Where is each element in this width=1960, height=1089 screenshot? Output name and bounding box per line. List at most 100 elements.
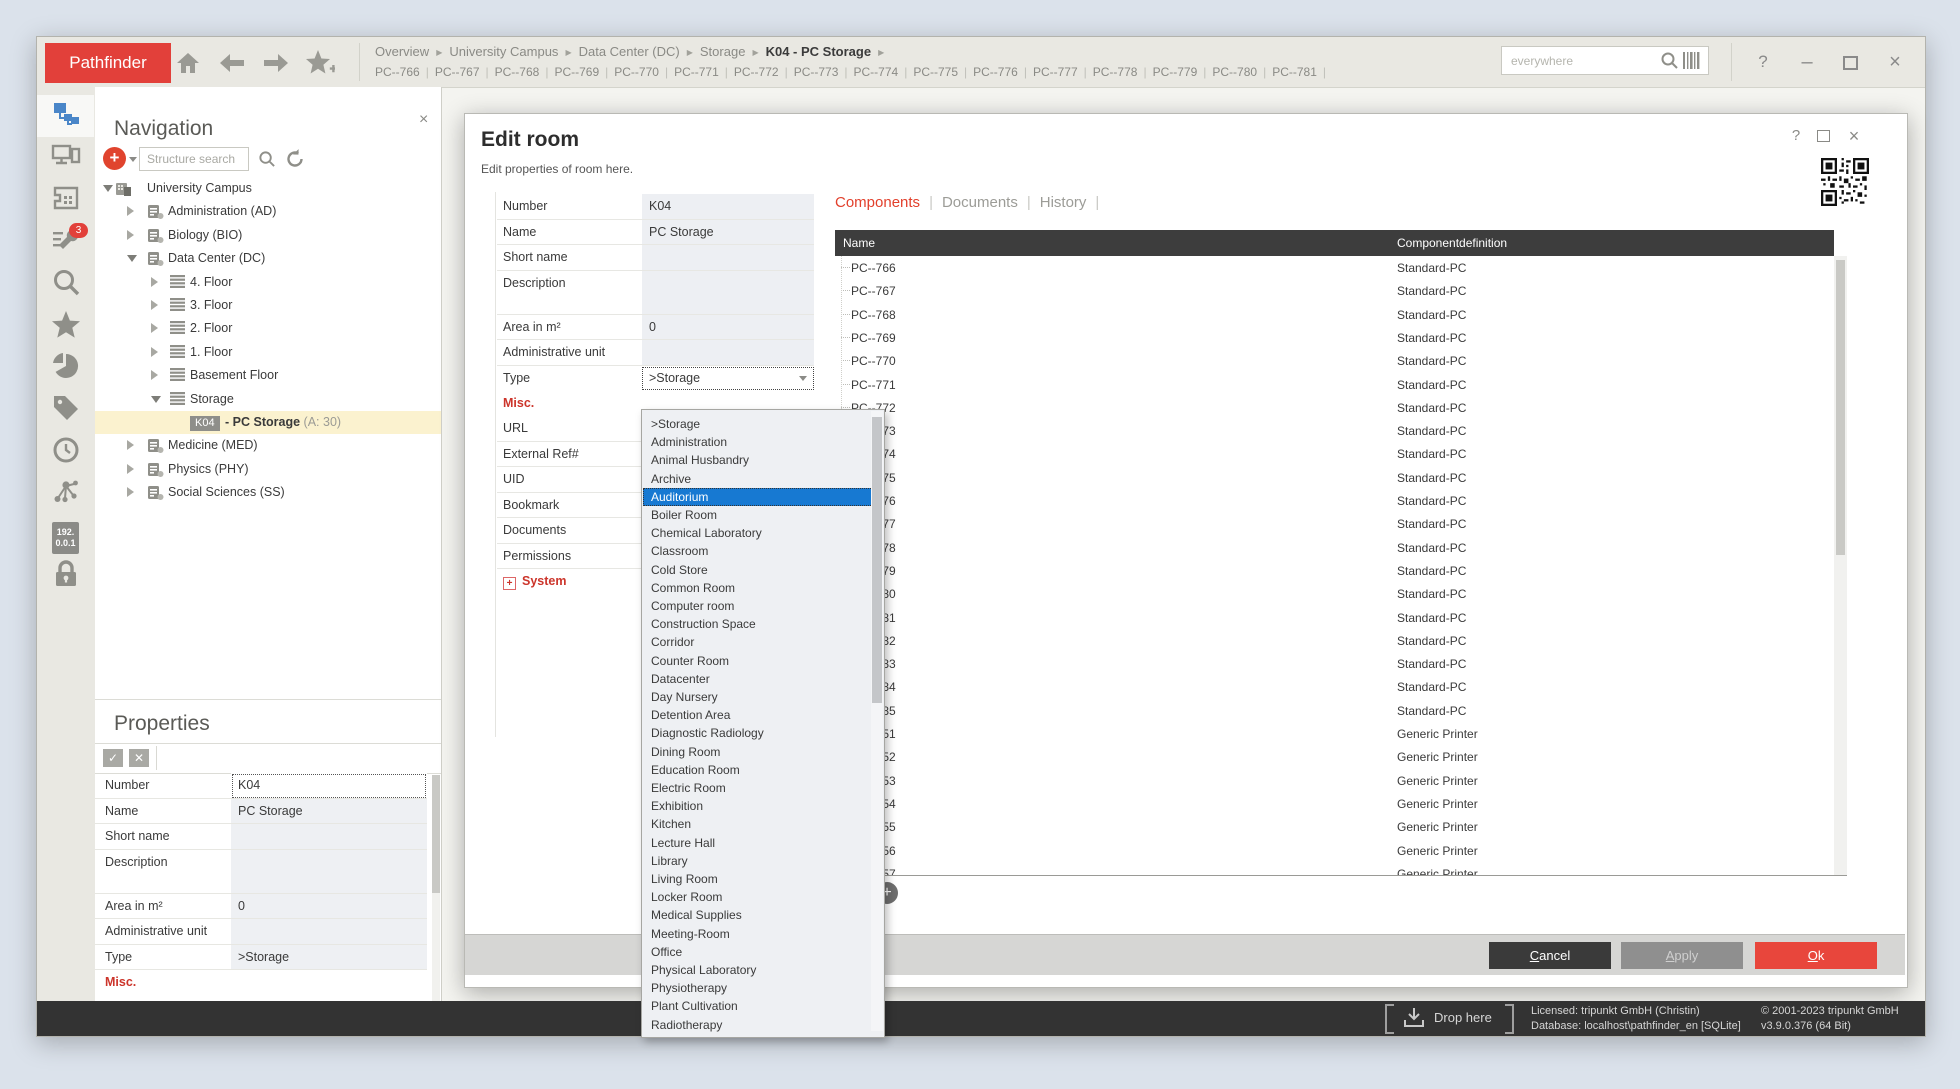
dropdown-option[interactable]: Office [643, 943, 877, 961]
field-value[interactable]: >Storage [231, 945, 427, 971]
home-button[interactable] [173, 48, 203, 78]
dialog-help-button[interactable]: ? [1783, 125, 1809, 147]
sidebar-item-pie-chart[interactable] [37, 347, 94, 389]
collapsed-arrow-icon[interactable] [127, 487, 134, 497]
tab-documents[interactable]: Documents [942, 194, 1018, 211]
field-value[interactable] [231, 850, 427, 894]
dropdown-option[interactable]: Chemical Laboratory [643, 524, 877, 542]
combobox-caret-icon[interactable] [799, 376, 807, 381]
table-row[interactable]: PC--777Standard-PC [835, 512, 1834, 535]
dropdown-option[interactable]: Medical Supplies [643, 906, 877, 924]
expanded-arrow-icon[interactable] [103, 185, 113, 192]
sidebar-item-floorplan[interactable] [37, 179, 94, 221]
search-icon[interactable] [1660, 51, 1679, 70]
table-row[interactable]: PC--767Standard-PC [835, 279, 1834, 302]
tree-item[interactable]: Data Center (DC) [95, 247, 441, 270]
collapsed-arrow-icon[interactable] [127, 464, 134, 474]
table-row[interactable]: PC--780Standard-PC [835, 582, 1834, 605]
dropdown-scrollbar[interactable] [871, 411, 883, 1031]
dropdown-option[interactable]: Lecture Hall [643, 834, 877, 852]
pc-link[interactable]: PC--779 [1153, 65, 1198, 79]
tree-item[interactable]: 1. Floor [95, 341, 441, 364]
tree-item[interactable]: 2. Floor [95, 317, 441, 340]
field-value[interactable] [642, 271, 814, 315]
table-row[interactable]: PC--776Standard-PC [835, 489, 1834, 512]
dropdown-option[interactable]: Electric Room [643, 779, 877, 797]
sidebar-item-search[interactable] [37, 263, 94, 305]
tree-item[interactable]: University Campus [95, 177, 441, 200]
pc-link[interactable]: PC--774 [854, 65, 899, 79]
table-row[interactable]: PR--754Generic Printer [835, 792, 1834, 815]
breadcrumb-item[interactable]: Overview [375, 44, 429, 59]
dropdown-option[interactable]: Library [643, 852, 877, 870]
ok-button[interactable]: Ok [1755, 942, 1877, 969]
add-node-caret-icon[interactable] [129, 157, 137, 162]
tree-item[interactable]: Social Sciences (SS) [95, 481, 441, 504]
dropdown-option[interactable]: Counter Room [643, 652, 877, 670]
dropdown-option[interactable]: Common Room [643, 579, 877, 597]
back-button[interactable] [217, 48, 247, 78]
maximize-button[interactable] [1843, 56, 1858, 70]
dropdown-option[interactable]: Physiotherapy [643, 979, 877, 997]
dropdown-option[interactable]: Day Nursery [643, 688, 877, 706]
barcode-icon[interactable] [1683, 52, 1701, 69]
table-row[interactable]: PC--781Standard-PC [835, 606, 1834, 629]
pc-link[interactable]: PC--769 [554, 65, 599, 79]
cancel-button[interactable]: Cancel [1489, 942, 1611, 969]
breadcrumb-item[interactable]: University Campus [449, 44, 558, 59]
dropdown-option[interactable]: Computer room [643, 597, 877, 615]
dropdown-option[interactable]: Corridor [643, 633, 877, 651]
field-value[interactable]: K04 [231, 773, 427, 799]
add-favorite-button[interactable] [305, 48, 335, 78]
pc-link[interactable]: PC--767 [435, 65, 480, 79]
breadcrumb[interactable]: Overview▶University Campus▶Data Center (… [375, 44, 891, 59]
table-row[interactable]: PC--784Standard-PC [835, 675, 1834, 698]
table-row[interactable]: PR--752Generic Printer [835, 745, 1834, 768]
dropdown-option[interactable]: Boiler Room [643, 506, 877, 524]
help-button[interactable]: ? [1749, 49, 1777, 75]
dropdown-option[interactable]: Education Room [643, 761, 877, 779]
drop-here-label[interactable]: Drop here [1434, 1010, 1492, 1025]
dropdown-option[interactable]: Detention Area [643, 706, 877, 724]
tree-item[interactable]: Medicine (MED) [95, 434, 441, 457]
dropdown-option[interactable]: Locker Room [643, 888, 877, 906]
breadcrumb-item[interactable]: Data Center (DC) [579, 44, 680, 59]
dropdown-option[interactable]: Construction Space [643, 615, 877, 633]
table-row[interactable]: PC--770Standard-PC [835, 349, 1834, 372]
pc-link[interactable]: PC--772 [734, 65, 779, 79]
search-input[interactable] [1509, 50, 1653, 71]
pc-link[interactable]: PC--780 [1212, 65, 1257, 79]
table-row[interactable]: PC--774Standard-PC [835, 442, 1834, 465]
discard-properties-button[interactable]: ✕ [129, 749, 149, 767]
table-row[interactable]: PC--769Standard-PC [835, 326, 1834, 349]
expanded-arrow-icon[interactable] [127, 255, 137, 262]
field-value[interactable] [231, 824, 427, 850]
sidebar-item-tools[interactable]: 3 [37, 221, 94, 263]
tree-item[interactable]: 4. Floor [95, 271, 441, 294]
table-row[interactable]: PC--783Standard-PC [835, 652, 1834, 675]
collapsed-arrow-icon[interactable] [151, 300, 158, 310]
field-value[interactable] [642, 245, 814, 271]
tree-item[interactable]: Basement Floor [95, 364, 441, 387]
pc-link[interactable]: PC--775 [913, 65, 958, 79]
collapsed-arrow-icon[interactable] [151, 347, 158, 357]
dropdown-option[interactable]: Cold Store [643, 561, 877, 579]
tree-item-selected[interactable]: K04 - PC Storage (A: 30) [95, 411, 441, 434]
collapsed-arrow-icon[interactable] [151, 277, 158, 287]
breadcrumb-item[interactable]: Storage [700, 44, 746, 59]
panel-close-icon[interactable]: × [419, 111, 428, 129]
sidebar-item-devices[interactable] [37, 137, 94, 179]
table-row[interactable]: PR--755Generic Printer [835, 815, 1834, 838]
pc-link[interactable]: PC--777 [1033, 65, 1078, 79]
minimize-button[interactable]: – [1793, 49, 1821, 75]
pc-link[interactable]: PC--773 [794, 65, 839, 79]
pc-quicklinks[interactable]: PC--766|PC--767|PC--768|PC--769|PC--770|… [375, 65, 1332, 79]
field-value[interactable]: 0 [642, 315, 814, 341]
pc-link[interactable]: PC--771 [674, 65, 719, 79]
tree-item[interactable]: 3. Floor [95, 294, 441, 317]
pc-link[interactable]: PC--770 [614, 65, 659, 79]
pc-link[interactable]: PC--768 [495, 65, 540, 79]
dropdown-option[interactable]: Physical Laboratory [643, 961, 877, 979]
tree-item[interactable]: Storage [95, 388, 441, 411]
structure-search-input[interactable] [145, 150, 245, 168]
